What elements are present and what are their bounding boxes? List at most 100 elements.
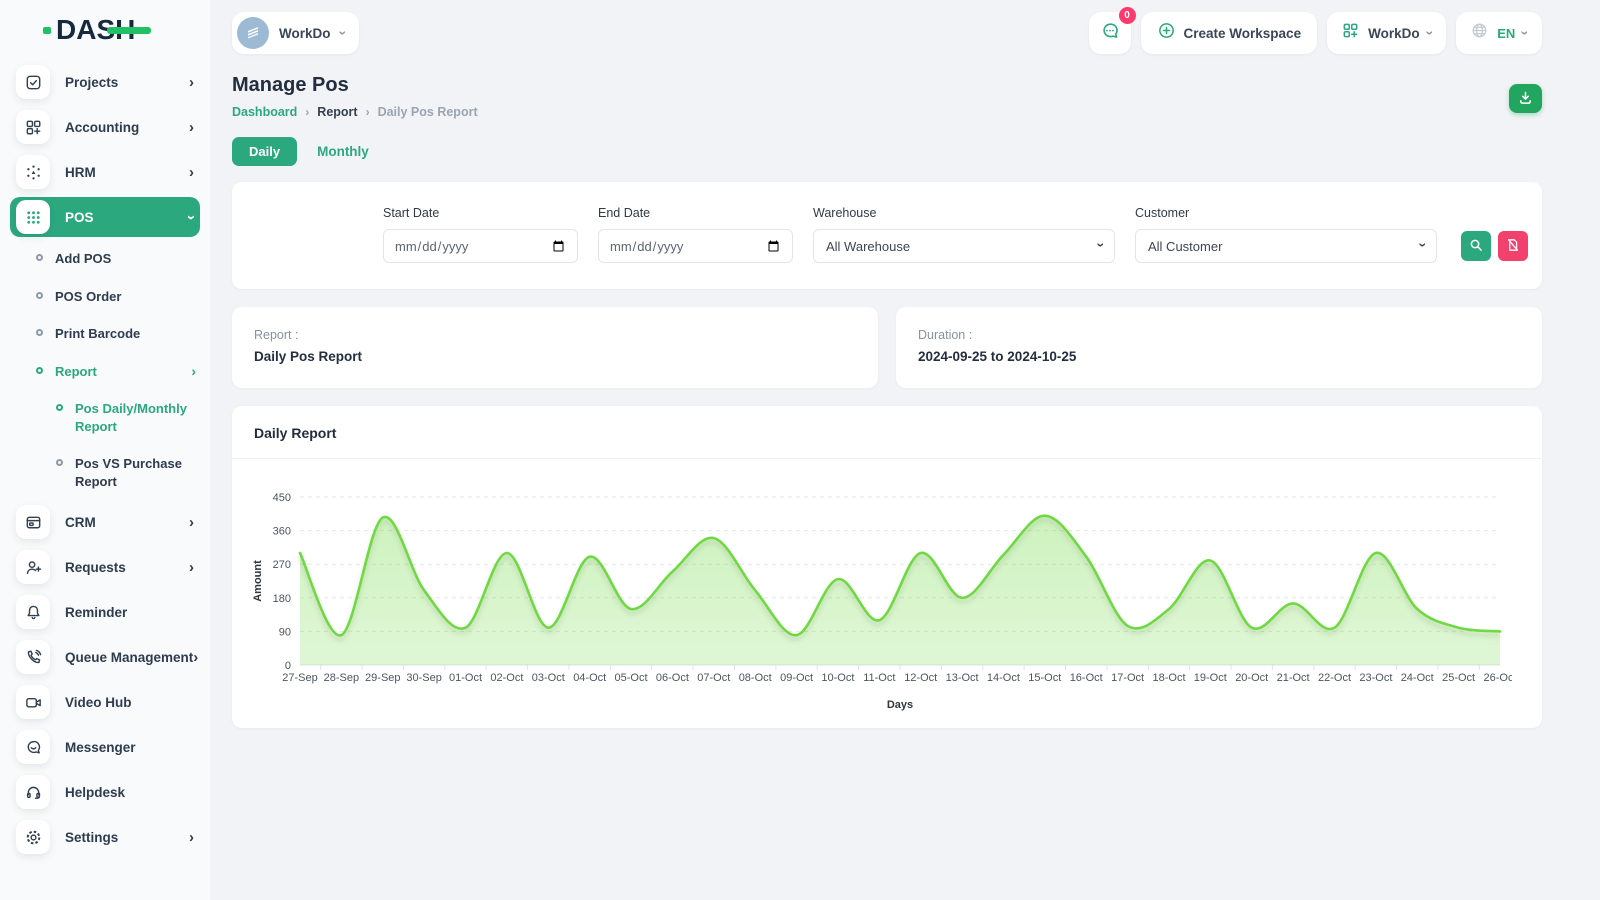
chevron-right-icon: › bbox=[189, 75, 194, 90]
sidebar-subitem-pos-vs-purchase-report[interactable]: Pos VS Purchase Report bbox=[0, 447, 210, 498]
duration-label: Duration : bbox=[918, 328, 1520, 342]
chevron-down-icon: › bbox=[335, 31, 351, 36]
sidebar-item-helpdesk[interactable]: Helpdesk bbox=[10, 772, 200, 812]
warehouse-label: Warehouse bbox=[813, 206, 1115, 220]
x-axis-tick-label: 04-Oct bbox=[573, 672, 606, 684]
start-date-input[interactable] bbox=[383, 229, 578, 263]
tab-monthly[interactable]: Monthly bbox=[311, 137, 375, 166]
bell-icon bbox=[16, 595, 50, 629]
end-date-label: End Date bbox=[598, 206, 793, 220]
sidebar-subitem-pos-daily-monthly-report[interactable]: Pos Daily/Monthly Report bbox=[0, 392, 210, 443]
y-axis-tick-label: 90 bbox=[279, 626, 291, 638]
tab-daily[interactable]: Daily bbox=[232, 137, 297, 166]
app-logo[interactable]: DASH bbox=[56, 14, 135, 46]
y-axis-tick-label: 0 bbox=[285, 660, 291, 672]
x-axis-tick-label: 10-Oct bbox=[821, 672, 854, 684]
sidebar-subitem-label: Report bbox=[55, 363, 97, 381]
bullet-icon bbox=[36, 254, 43, 261]
sidebar-subitem-report[interactable]: Report› bbox=[0, 355, 210, 389]
chat-smile-icon bbox=[16, 730, 50, 764]
x-axis-tick-label: 02-Oct bbox=[490, 672, 523, 684]
sidebar-item-settings[interactable]: Settings › bbox=[10, 817, 200, 857]
sidebar-subitem-label: Add POS bbox=[55, 250, 111, 268]
workspace-selector[interactable]: WorkDo › bbox=[232, 12, 359, 54]
apply-filter-button[interactable] bbox=[1461, 231, 1491, 261]
sidebar-item-label: CRM bbox=[65, 515, 96, 530]
sidebar-item-accounting[interactable]: Accounting› bbox=[10, 107, 200, 147]
y-axis-title: Amount bbox=[252, 560, 264, 602]
bullet-icon bbox=[36, 292, 43, 299]
bullet-icon bbox=[36, 329, 43, 336]
logo-bar-accent bbox=[107, 27, 151, 34]
chart-area-fill bbox=[300, 516, 1500, 665]
x-axis-tick-label: 22-Oct bbox=[1318, 672, 1351, 684]
sidebar-item-label: Video Hub bbox=[65, 695, 132, 710]
breadcrumb-dashboard[interactable]: Dashboard bbox=[232, 105, 297, 119]
sidebar-item-queue-management[interactable]: Queue Management› bbox=[10, 637, 200, 677]
user-plus-icon bbox=[16, 550, 50, 584]
warehouse-select[interactable]: All Warehouse bbox=[813, 229, 1115, 263]
sidebar-item-label: Queue Management bbox=[65, 650, 193, 665]
sidebar-subitem-add-pos[interactable]: Add POS bbox=[0, 242, 210, 276]
x-axis-tick-label: 03-Oct bbox=[532, 672, 565, 684]
customer-select[interactable]: All Customer bbox=[1135, 229, 1437, 263]
logo-dot-accent bbox=[43, 27, 51, 34]
sidebar-item-hrm[interactable]: HRM› bbox=[10, 152, 200, 192]
end-date-input[interactable] bbox=[598, 229, 793, 263]
x-axis-tick-label: 01-Oct bbox=[449, 672, 482, 684]
x-axis-tick-label: 14-Oct bbox=[987, 672, 1020, 684]
workspace-avatar bbox=[237, 17, 269, 49]
globe-icon bbox=[1470, 21, 1489, 45]
x-axis-tick-label: 11-Oct bbox=[863, 672, 895, 684]
sidebar-item-label: Messenger bbox=[65, 740, 136, 755]
breadcrumb: Dashboard › Report › Daily Pos Report bbox=[232, 105, 1542, 119]
x-axis-tick-label: 08-Oct bbox=[739, 672, 772, 684]
x-axis-tick-label: 21-Oct bbox=[1277, 672, 1310, 684]
grid-plus-icon bbox=[1341, 21, 1360, 45]
reset-filter-button[interactable] bbox=[1498, 231, 1528, 261]
x-axis-tick-label: 16-Oct bbox=[1070, 672, 1103, 684]
bullet-icon bbox=[56, 459, 63, 466]
sidebar-item-label: Helpdesk bbox=[65, 785, 125, 800]
sidebar-item-label: Accounting bbox=[65, 120, 139, 135]
gear-icon bbox=[16, 820, 50, 854]
sidebar-item-requests[interactable]: Requests› bbox=[10, 547, 200, 587]
download-report-button[interactable] bbox=[1509, 84, 1542, 113]
x-axis-tick-label: 12-Oct bbox=[904, 672, 937, 684]
chevron-right-icon: › bbox=[189, 560, 194, 575]
sidebar-subitem-label: Pos Daily/Monthly Report bbox=[75, 400, 196, 435]
sidebar-item-label: Settings bbox=[65, 830, 118, 845]
sidebar: DASH Projects›Accounting›HRM›POS›Add POS… bbox=[0, 0, 210, 900]
download-icon bbox=[1517, 89, 1534, 109]
language-selector[interactable]: EN › bbox=[1456, 12, 1542, 54]
sidebar-item-video-hub[interactable]: Video Hub bbox=[10, 682, 200, 722]
phone-call-icon bbox=[16, 640, 50, 674]
filter-card: Start Date End Date Warehouse All Wareho… bbox=[232, 182, 1542, 289]
report-label: Report : bbox=[254, 328, 856, 342]
sidebar-subitem-pos-order[interactable]: POS Order bbox=[0, 280, 210, 314]
sidebar-item-pos[interactable]: POS› bbox=[10, 197, 200, 237]
sidebar-item-reminder[interactable]: Reminder bbox=[10, 592, 200, 632]
sidebar-subitem-label: Print Barcode bbox=[55, 325, 140, 343]
app-switcher-button[interactable]: WorkDo › bbox=[1327, 12, 1446, 54]
language-code: EN bbox=[1497, 26, 1515, 41]
sidebar-item-label: Reminder bbox=[65, 605, 127, 620]
daily-report-chart: 090180270360450 27-Sep28-Sep29-Sep30-Sep… bbox=[232, 459, 1542, 728]
sidebar-item-messenger[interactable]: Messenger bbox=[10, 727, 200, 767]
chevron-down-icon: › bbox=[184, 215, 199, 220]
sidebar-nav: Projects›Accounting›HRM›POS›Add POSPOS O… bbox=[0, 60, 210, 857]
x-axis-tick-label: 27-Sep bbox=[282, 672, 317, 684]
messages-button[interactable]: 0 bbox=[1089, 12, 1131, 54]
x-axis-tick-label: 26-Oct bbox=[1483, 672, 1512, 684]
workspace-name: WorkDo bbox=[279, 26, 331, 41]
breadcrumb-report[interactable]: Report bbox=[317, 105, 357, 119]
create-workspace-button[interactable]: Create Workspace bbox=[1141, 12, 1318, 54]
sidebar-subitem-print-barcode[interactable]: Print Barcode bbox=[0, 317, 210, 351]
report-period-tabs: Daily Monthly bbox=[232, 137, 1542, 166]
sidebar-item-crm[interactable]: CRM› bbox=[10, 502, 200, 542]
chevron-right-icon: › bbox=[189, 165, 194, 180]
chevron-right-icon: › bbox=[189, 830, 194, 845]
report-summary-card: Report : Daily Pos Report bbox=[232, 307, 878, 388]
sidebar-item-projects[interactable]: Projects› bbox=[10, 62, 200, 102]
x-axis-tick-label: 05-Oct bbox=[614, 672, 647, 684]
